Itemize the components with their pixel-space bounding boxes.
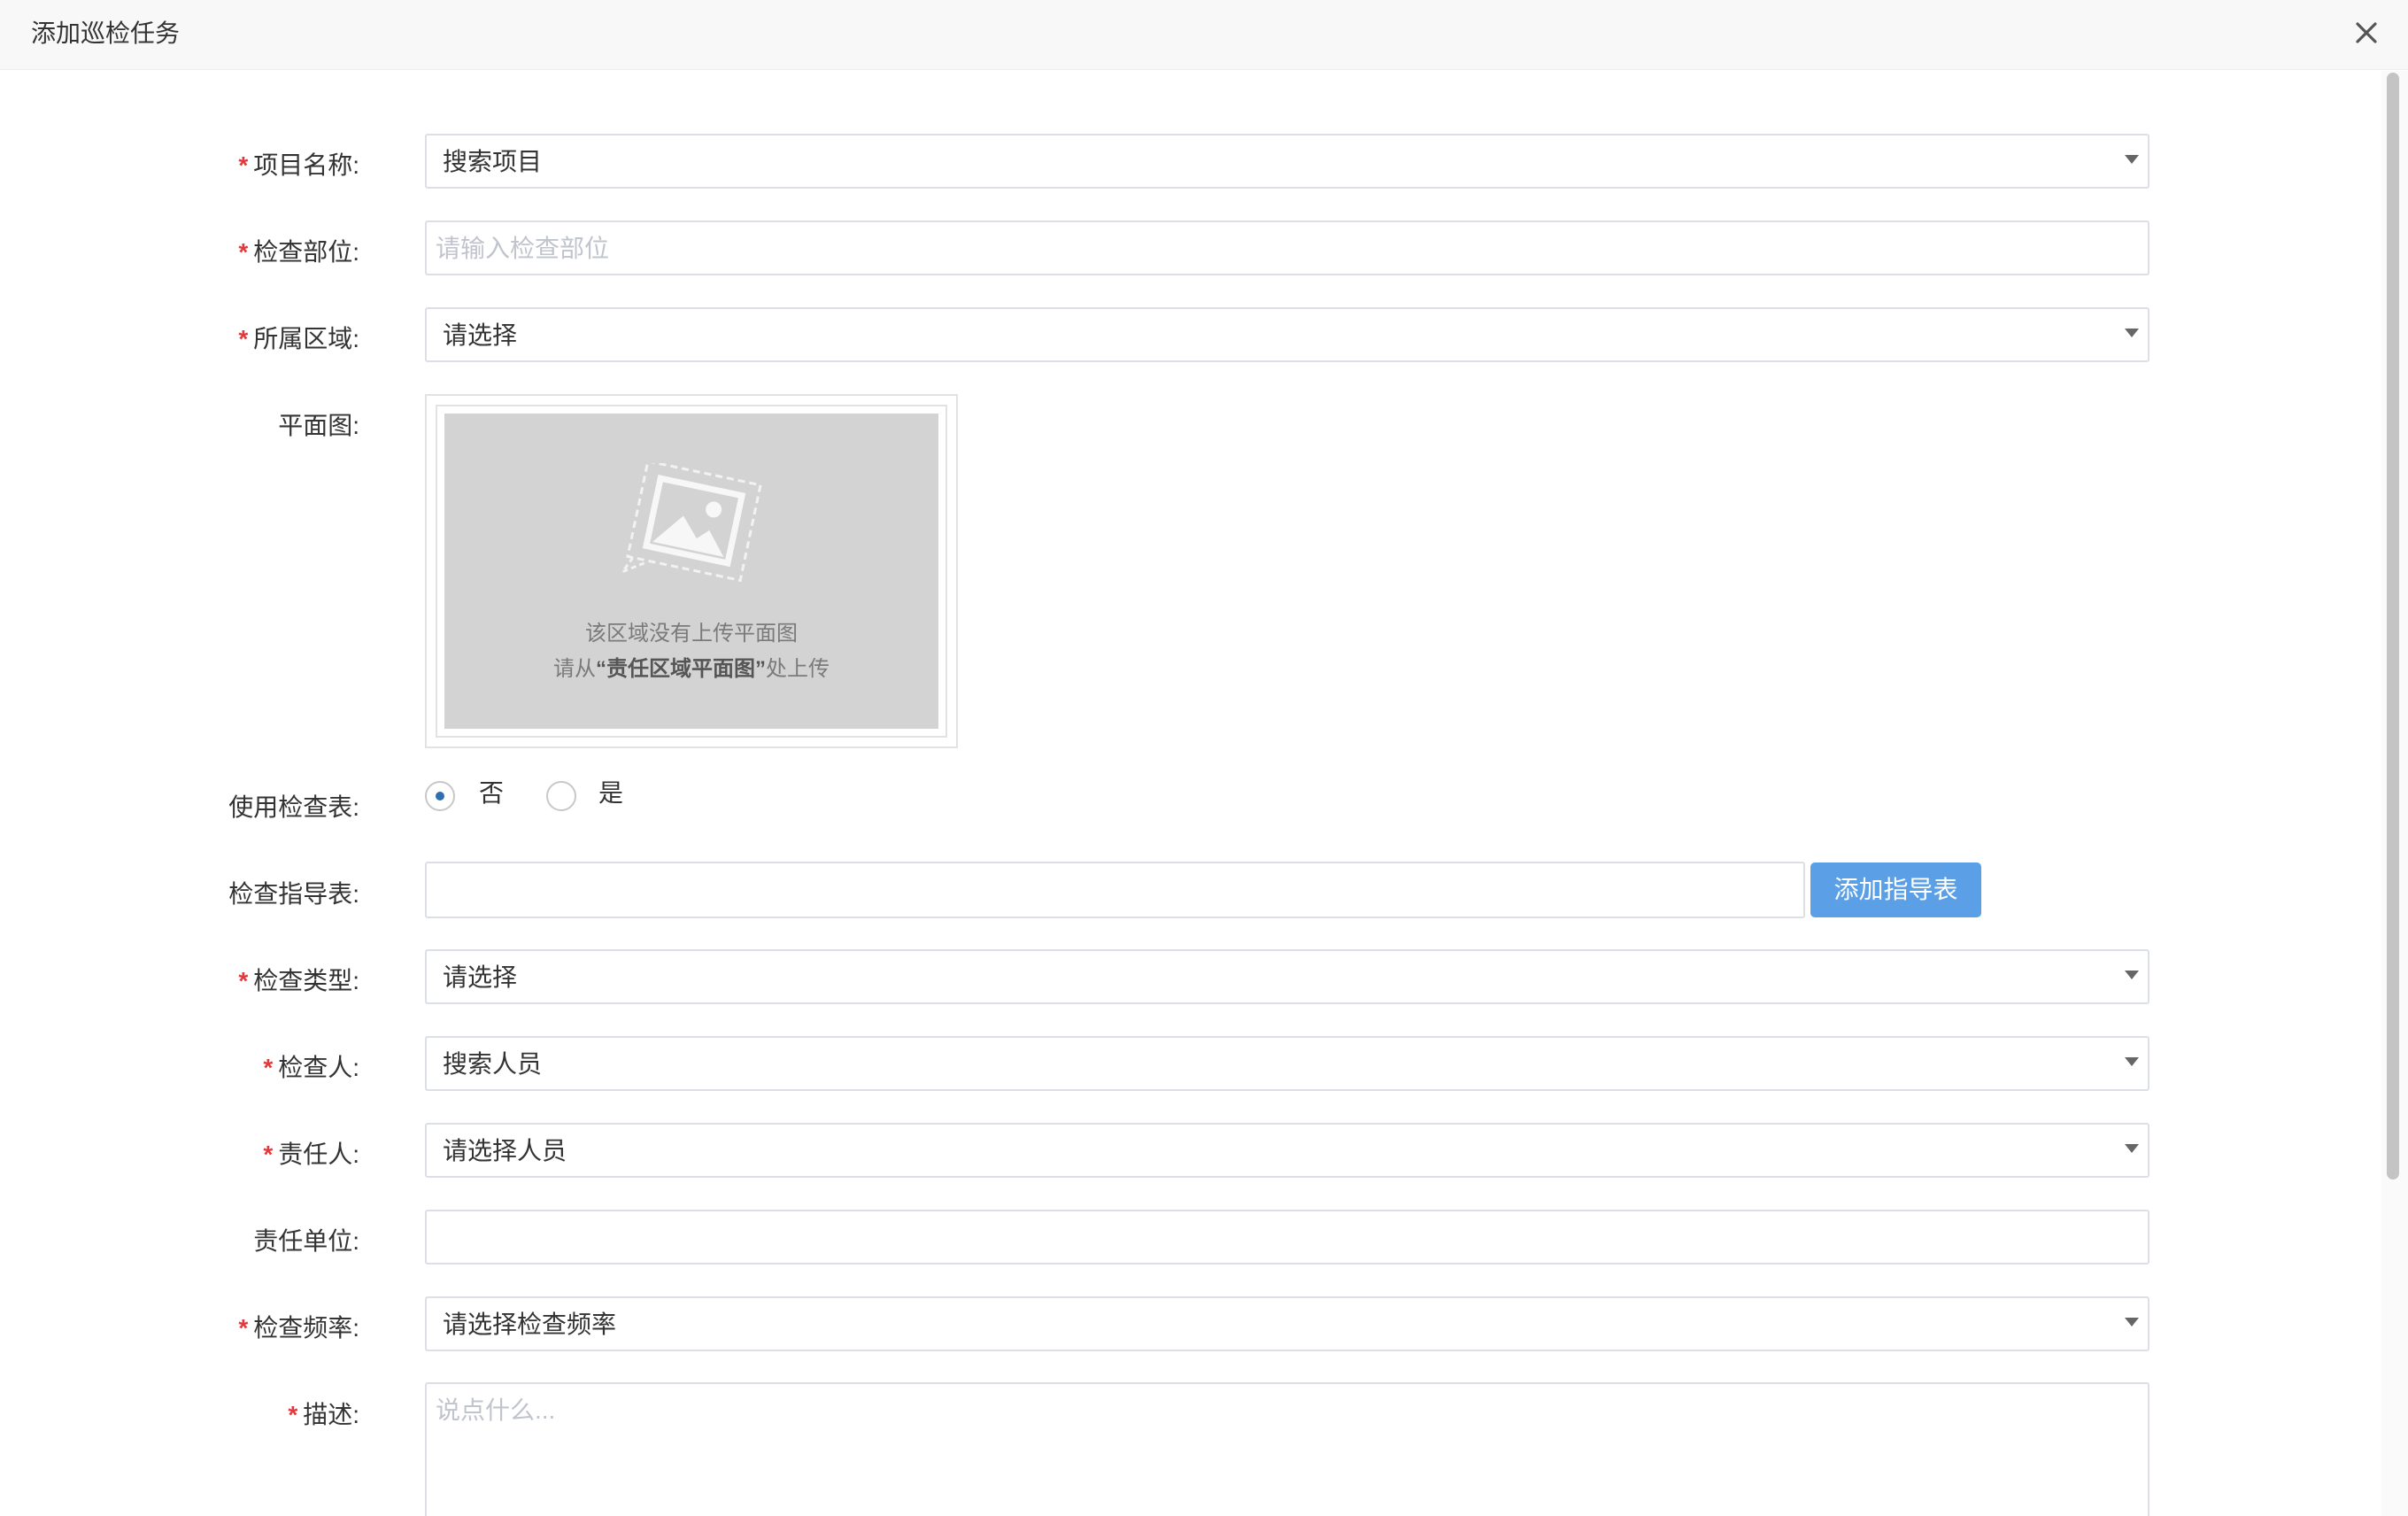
- project-select[interactable]: 搜索项目: [425, 134, 2149, 189]
- responsible-unit-label: 责任单位:: [253, 1227, 359, 1255]
- description-placeholder: 说点什么...: [436, 1396, 556, 1424]
- floor-plan-label: 平面图:: [278, 412, 359, 439]
- responsible-person-select-value: 请选择人员: [443, 1137, 567, 1164]
- area-label: * 所属区域:: [238, 325, 359, 352]
- use-checklist-option-no[interactable]: 否: [479, 776, 504, 811]
- floor-plan-inner: 该区域没有上传平面图 请从“责任区域平面图”处上传: [436, 405, 947, 738]
- floor-plan-upload-hint: 请从“责任区域平面图”处上传: [553, 657, 830, 681]
- responsible-person-select[interactable]: 请选择人员: [425, 1123, 2149, 1178]
- use-checklist-label: 使用检查表:: [228, 793, 359, 821]
- vertical-scrollbar[interactable]: [2381, 71, 2408, 1516]
- description-label: * 描述:: [288, 1401, 359, 1428]
- area-select[interactable]: 请选择: [425, 307, 2149, 362]
- inspector-select[interactable]: 搜索人员: [425, 1036, 2149, 1091]
- responsible-person-label: * 责任人:: [263, 1141, 359, 1168]
- caret-down-icon: [2125, 1057, 2139, 1066]
- guide-table-input[interactable]: [425, 862, 1805, 918]
- image-placeholder-icon: [619, 463, 762, 583]
- floor-plan-frame: 该区域没有上传平面图 请从“责任区域平面图”处上传: [425, 394, 958, 748]
- required-mark: *: [263, 1054, 274, 1081]
- required-mark: *: [238, 1314, 249, 1342]
- required-mark: *: [263, 1141, 274, 1168]
- floor-plan-placeholder: 该区域没有上传平面图 请从“责任区域平面图”处上传: [444, 414, 938, 729]
- check-location-placeholder: 请输入检查部位: [436, 235, 610, 262]
- use-checklist-radio-no[interactable]: [425, 781, 455, 811]
- project-select-value: 搜索项目: [443, 148, 543, 175]
- caret-down-icon: [2125, 1318, 2139, 1326]
- frequency-label: * 检查频率:: [238, 1314, 359, 1342]
- check-location-label: * 检查部位:: [238, 238, 359, 266]
- dialog-title: 添加巡检任务: [31, 19, 181, 47]
- caret-down-icon: [2125, 329, 2139, 337]
- close-button[interactable]: [2346, 12, 2387, 55]
- caret-down-icon: [2125, 1144, 2139, 1153]
- scrollbar-thumb[interactable]: [2387, 73, 2399, 1180]
- frequency-select[interactable]: 请选择检查频率: [425, 1296, 2149, 1351]
- description-textarea[interactable]: 说点什么...: [425, 1382, 2149, 1516]
- check-type-select[interactable]: 请选择: [425, 949, 2149, 1004]
- floor-plan-empty-message: 该区域没有上传平面图: [585, 622, 798, 646]
- caret-down-icon: [2125, 155, 2139, 164]
- required-mark: *: [238, 967, 249, 994]
- use-checklist-radio-yes[interactable]: [546, 781, 576, 811]
- inspector-select-value: 搜索人员: [443, 1050, 543, 1078]
- check-type-label: * 检查类型:: [238, 967, 359, 994]
- frequency-select-value: 请选择检查频率: [443, 1311, 617, 1338]
- dialog-header: 添加巡检任务: [0, 0, 2408, 70]
- required-mark: *: [288, 1401, 298, 1428]
- area-select-value: 请选择: [443, 321, 518, 349]
- responsible-unit-input[interactable]: [425, 1210, 2149, 1265]
- check-type-select-value: 请选择: [443, 963, 518, 991]
- required-mark: *: [238, 325, 249, 352]
- close-icon: [2356, 22, 2377, 43]
- add-inspection-task-dialog: 添加巡检任务 * 项目名称: 搜索项目 * 检查部位: 请输入检查部位 * 所属区域:…: [0, 0, 2408, 1516]
- guide-table-label: 检查指导表:: [228, 880, 359, 908]
- required-mark: *: [238, 151, 249, 179]
- project-label: * 项目名称:: [238, 151, 359, 179]
- required-mark: *: [238, 238, 249, 266]
- responsibility-area-plan-link: “责任区域平面图”: [596, 657, 766, 681]
- inspector-label: * 检查人:: [263, 1054, 359, 1081]
- add-guide-table-button[interactable]: 添加指导表: [1810, 862, 1981, 917]
- caret-down-icon: [2125, 971, 2139, 979]
- use-checklist-option-yes[interactable]: 是: [598, 776, 623, 811]
- check-location-input[interactable]: 请输入检查部位: [425, 220, 2149, 275]
